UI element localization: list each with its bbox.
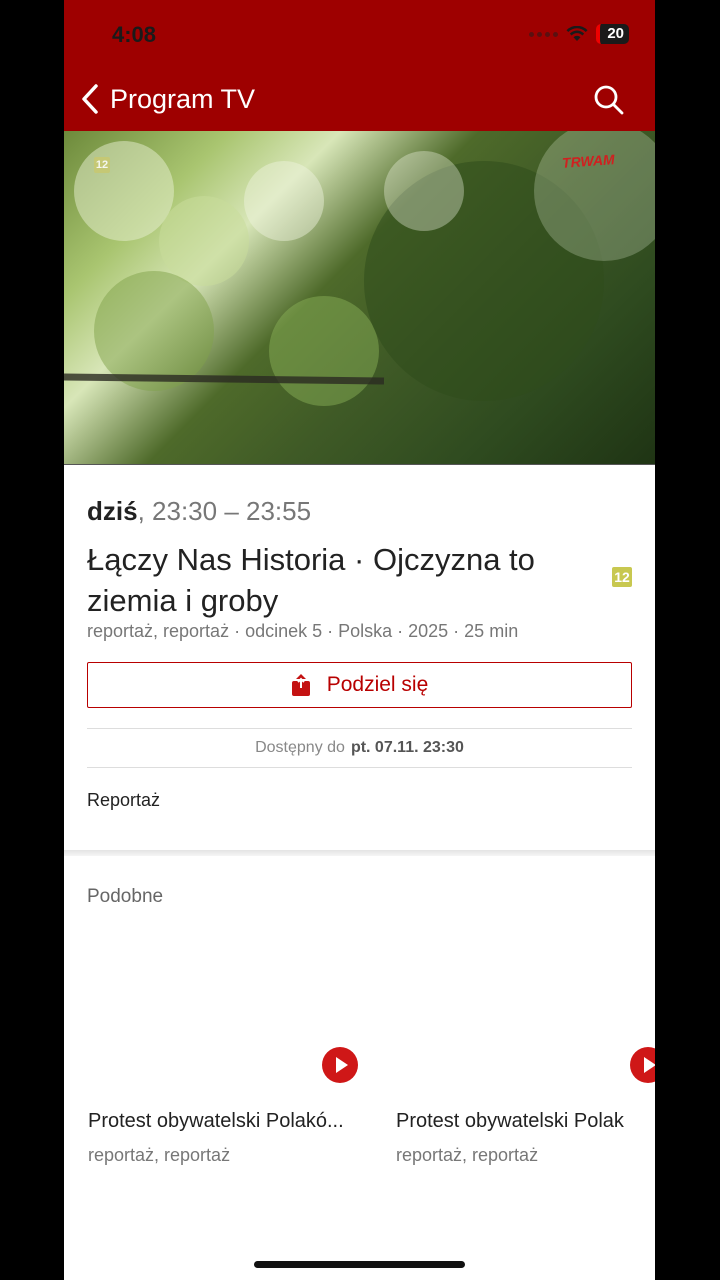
nav-bar: Program TV <box>64 76 655 122</box>
availability: Dostępny do pt. 07.11. 23:30 <box>87 728 632 768</box>
divider <box>87 767 632 768</box>
similar-card[interactable]: Protest obywatelski Polakó... reportaż, … <box>88 940 378 1166</box>
air-time-range: , 23:30 – 23:55 <box>137 496 312 526</box>
status-time: 4:08 <box>112 22 157 47</box>
header: 4:08 20 Program TV <box>64 0 655 131</box>
card-thumbnail <box>88 940 378 1090</box>
air-time: dziś, 23:30 – 23:55 <box>87 496 632 527</box>
program-meta: reportaż, reportaż · odcinek 5 · Polska … <box>87 621 519 641</box>
card-subtitle: reportaż, reportaż <box>396 1145 539 1165</box>
card-subtitle: reportaż, reportaż <box>88 1145 231 1165</box>
play-icon <box>630 1047 655 1083</box>
share-icon <box>291 674 310 696</box>
app-screen: 4:08 20 Program TV 12 TRWAM dziś, 23:30 … <box>64 0 655 1280</box>
share-button[interactable]: Podziel się <box>87 662 632 708</box>
signal-icon <box>529 31 559 37</box>
availability-date: pt. 07.11. 23:30 <box>350 739 464 756</box>
availability-label: Dostępny do <box>255 739 345 756</box>
video-player[interactable]: 12 TRWAM <box>64 131 655 465</box>
search-icon <box>594 85 624 115</box>
wifi-icon <box>566 26 588 41</box>
title-row: Łączy Nas Historia · Ojczyzna to ziemia … <box>87 539 632 621</box>
similar-card[interactable]: Protest obywatelski Polak reportaż, repo… <box>396 940 655 1166</box>
video-frame <box>64 131 655 406</box>
chevron-left-icon <box>82 84 98 114</box>
battery-indicator: 20 <box>596 24 629 44</box>
card-thumbnail <box>396 940 655 1090</box>
page-title: Program TV <box>110 83 256 114</box>
home-indicator[interactable] <box>254 1261 465 1268</box>
program-title: Łączy Nas Historia · Ojczyzna to ziemia … <box>87 542 535 618</box>
genre-label: Reportaż <box>87 790 161 810</box>
play-icon <box>322 1047 358 1083</box>
card-title: Protest obywatelski Polakó... <box>88 1110 344 1132</box>
age-rating-badge: 12 <box>612 567 632 587</box>
back-button[interactable]: Program TV <box>80 76 255 122</box>
share-label: Podziel się <box>326 673 429 696</box>
program-info: dziś, 23:30 – 23:55 Łączy Nas Historia ·… <box>87 496 632 642</box>
similar-heading: Podobne <box>87 886 164 907</box>
card-title: Protest obywatelski Polak <box>396 1110 624 1132</box>
age-rating-badge: 12 <box>94 157 110 173</box>
air-day: dziś <box>87 496 138 526</box>
search-button[interactable] <box>593 84 625 116</box>
status-icons: 20 <box>529 24 629 44</box>
section-separator <box>64 850 655 856</box>
